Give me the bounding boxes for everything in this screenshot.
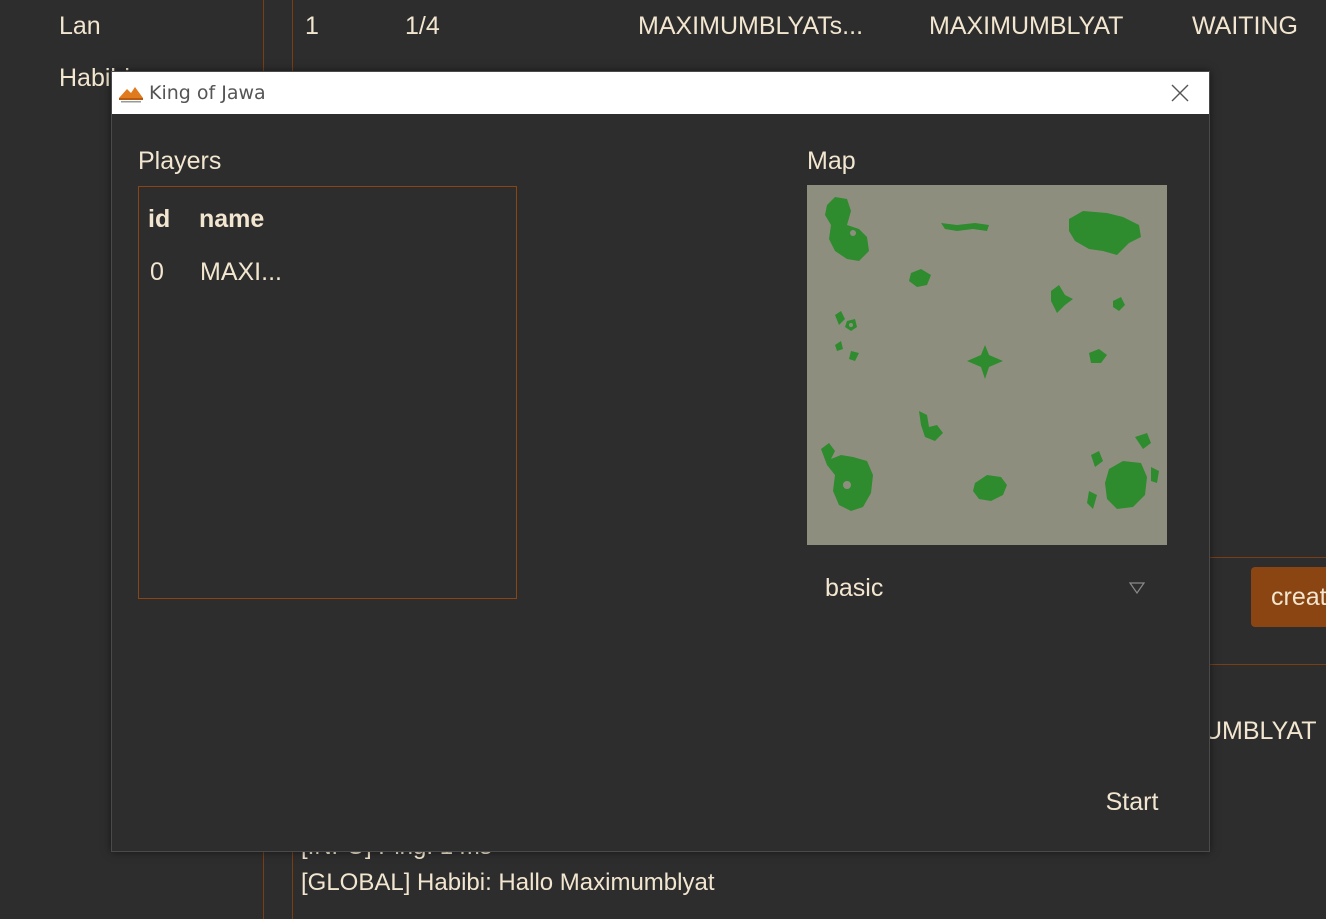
dialog-titlebar[interactable]: King of Jawa [112,72,1209,114]
column-header-name: name [199,205,265,233]
map-preview-image [821,197,1159,511]
map-label: Map [807,147,856,175]
lobby-player-count: 1/4 [405,12,440,40]
row-divider [1210,664,1326,665]
row-divider [1210,557,1326,558]
map-select-value: basic [825,574,884,602]
lobby-index: 1 [305,12,319,40]
lobby-host-partial: UMBLYAT [1204,717,1317,745]
chevron-down-icon [1129,582,1145,594]
app-logo-icon [119,87,143,103]
map-select[interactable]: basic [807,558,1167,618]
player-name: MAXI... [200,258,282,286]
players-label: Players [138,147,222,175]
close-icon[interactable] [1157,72,1203,114]
chat-line-global: [GLOBAL] Habibi: Hallo Maximumblyat [301,869,715,896]
lobby-name: MAXIMUMBLYATs... [638,12,864,40]
create-lobby-dialog: King of Jawa Players id name 0 MAXI... M… [111,71,1210,852]
lobby-host: MAXIMUMBLYAT [929,12,1124,40]
players-table: id name 0 MAXI... [138,186,517,599]
list-item-lan[interactable]: Lan [59,12,101,41]
player-id: 0 [150,258,164,286]
dialog-title: King of Jawa [149,82,266,104]
map-preview [807,185,1167,545]
lobby-status: WAITING [1192,12,1299,40]
start-button[interactable]: Start [1092,782,1172,822]
create-button[interactable]: create [1251,567,1326,627]
column-header-id: id [148,205,171,233]
